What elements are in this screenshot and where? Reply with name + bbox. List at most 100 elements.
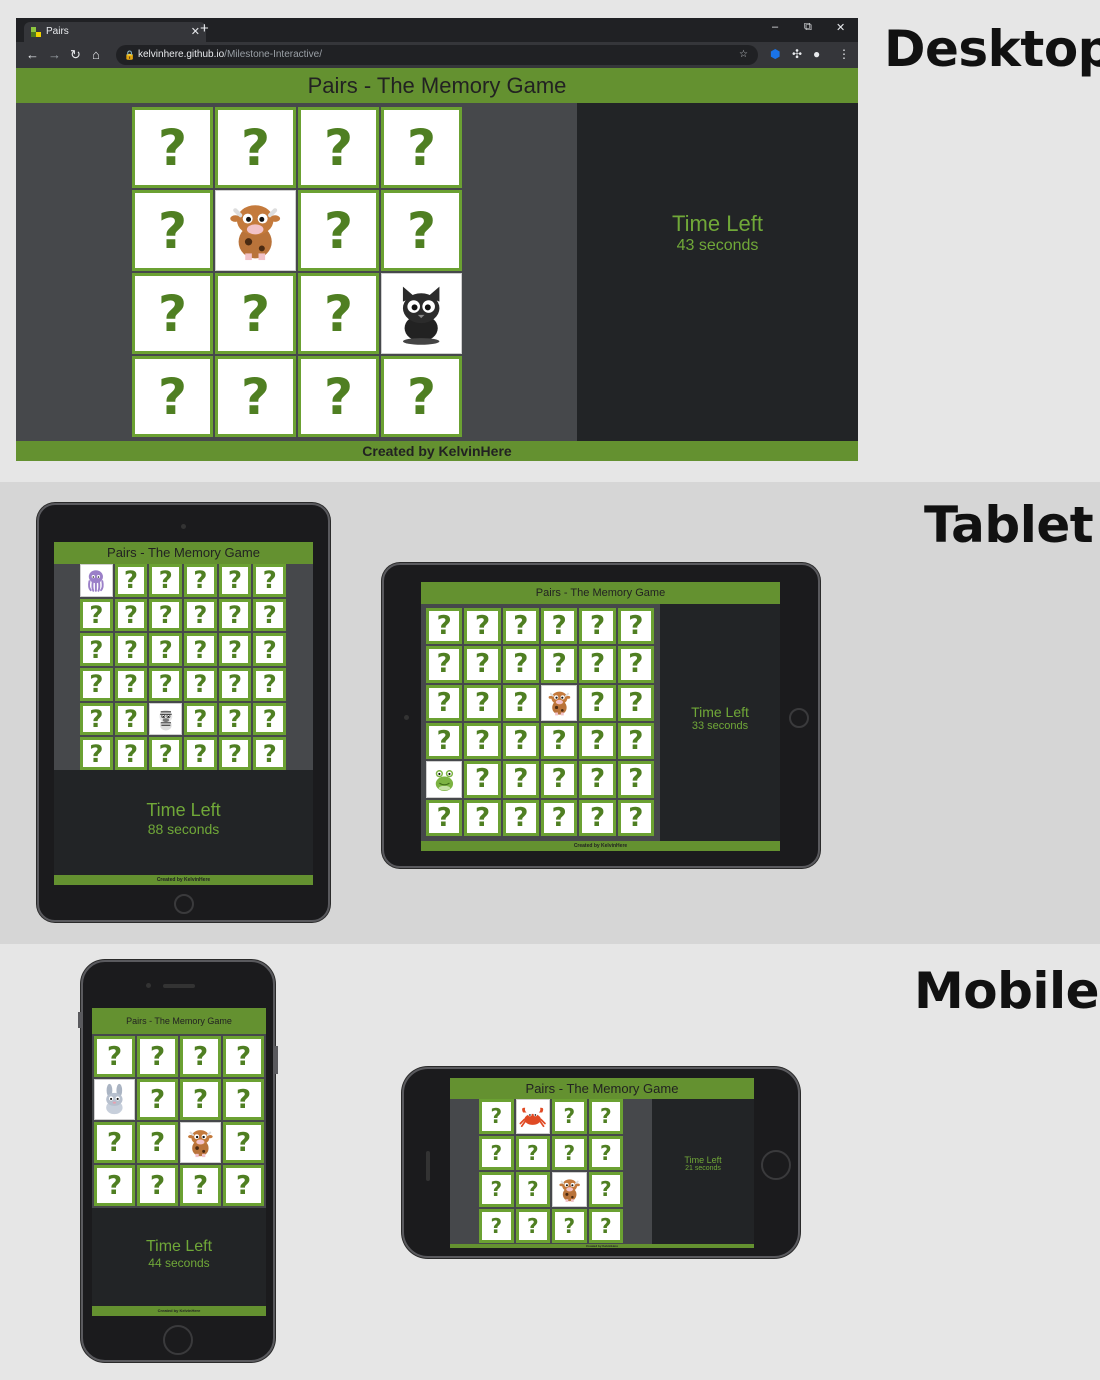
hidden-card[interactable]: ? — [80, 633, 113, 666]
hidden-card[interactable]: ? — [218, 564, 252, 597]
hidden-card[interactable]: ? — [223, 1079, 264, 1120]
browser-tab[interactable]: Pairs ✕ — [24, 22, 206, 42]
hidden-card[interactable]: ? — [137, 1036, 178, 1077]
cat-card[interactable] — [381, 273, 462, 354]
hidden-card[interactable]: ? — [114, 737, 148, 770]
octopus-card[interactable] — [80, 564, 113, 597]
hidden-card[interactable]: ? — [132, 107, 213, 188]
hidden-card[interactable]: ? — [426, 608, 463, 645]
hidden-card[interactable]: ? — [253, 598, 286, 632]
home-button[interactable] — [761, 1150, 791, 1180]
hidden-card[interactable]: ? — [540, 722, 578, 760]
hidden-card[interactable]: ? — [180, 1079, 221, 1120]
hidden-card[interactable]: ? — [80, 668, 113, 701]
hidden-card[interactable]: ? — [502, 608, 539, 645]
hidden-card[interactable]: ? — [218, 633, 252, 666]
hidden-card[interactable]: ? — [588, 1135, 623, 1170]
hidden-card[interactable]: ? — [223, 1165, 264, 1206]
hidden-card[interactable]: ? — [617, 646, 654, 683]
hidden-card[interactable]: ? — [502, 799, 539, 836]
hidden-card[interactable]: ? — [579, 799, 616, 836]
hidden-card[interactable]: ? — [253, 564, 286, 597]
home-button[interactable] — [163, 1325, 193, 1355]
reload-icon[interactable]: ↻ — [70, 47, 81, 63]
hidden-card[interactable]: ? — [540, 799, 578, 836]
extension-shield-icon[interactable]: ⬢ — [770, 47, 780, 61]
hidden-card[interactable]: ? — [149, 564, 182, 597]
hidden-card[interactable]: ? — [464, 799, 501, 836]
menu-kebab-icon[interactable]: ⋮ — [838, 47, 850, 61]
hidden-card[interactable]: ? — [381, 107, 462, 188]
hidden-card[interactable]: ? — [552, 1208, 587, 1243]
hidden-card[interactable]: ? — [253, 737, 286, 770]
hidden-card[interactable]: ? — [94, 1165, 135, 1206]
hidden-card[interactable]: ? — [540, 761, 578, 798]
hidden-card[interactable]: ? — [479, 1099, 514, 1134]
hidden-card[interactable]: ? — [218, 737, 252, 770]
hidden-card[interactable]: ? — [184, 702, 217, 736]
close-window-button[interactable]: ✕ — [836, 21, 845, 34]
hidden-card[interactable]: ? — [149, 633, 182, 666]
hidden-card[interactable]: ? — [464, 761, 501, 798]
hidden-card[interactable]: ? — [617, 722, 654, 760]
hidden-card[interactable]: ? — [298, 107, 379, 188]
cow-card[interactable] — [180, 1122, 221, 1163]
hidden-card[interactable]: ? — [515, 1208, 550, 1243]
hidden-card[interactable]: ? — [579, 722, 616, 760]
home-icon[interactable]: ⌂ — [92, 47, 100, 62]
hidden-card[interactable]: ? — [223, 1122, 264, 1163]
hidden-card[interactable]: ? — [253, 668, 286, 701]
hidden-card[interactable]: ? — [253, 633, 286, 666]
extensions-puzzle-icon[interactable]: ✣ — [792, 47, 802, 61]
hidden-card[interactable]: ? — [502, 684, 539, 721]
hidden-card[interactable]: ? — [184, 668, 217, 701]
hidden-card[interactable]: ? — [579, 646, 616, 683]
hidden-card[interactable]: ? — [588, 1208, 623, 1243]
hidden-card[interactable]: ? — [253, 702, 286, 736]
hidden-card[interactable]: ? — [540, 646, 578, 683]
hidden-card[interactable]: ? — [223, 1036, 264, 1077]
hidden-card[interactable]: ? — [588, 1099, 623, 1134]
hidden-card[interactable]: ? — [502, 722, 539, 760]
hidden-card[interactable]: ? — [80, 598, 113, 632]
home-button[interactable] — [174, 894, 194, 914]
hidden-card[interactable]: ? — [515, 1172, 550, 1207]
hidden-card[interactable]: ? — [579, 608, 616, 645]
hidden-card[interactable]: ? — [552, 1099, 587, 1134]
hidden-card[interactable]: ? — [132, 190, 213, 271]
hidden-card[interactable]: ? — [137, 1122, 178, 1163]
address-bar[interactable]: 🔒 kelvinhere.github.io/Milestone-Interac… — [116, 45, 758, 65]
hidden-card[interactable]: ? — [479, 1135, 514, 1170]
forward-arrow-icon[interactable]: → — [48, 47, 61, 62]
cow-card[interactable] — [540, 684, 578, 721]
zebra-card[interactable] — [149, 702, 182, 736]
hidden-card[interactable]: ? — [298, 273, 379, 354]
hidden-card[interactable]: ? — [617, 799, 654, 836]
hidden-card[interactable]: ? — [132, 273, 213, 354]
hidden-card[interactable]: ? — [94, 1122, 135, 1163]
crab-card[interactable] — [515, 1099, 550, 1134]
hidden-card[interactable]: ? — [184, 598, 217, 632]
hidden-card[interactable]: ? — [180, 1036, 221, 1077]
hidden-card[interactable]: ? — [149, 598, 182, 632]
hidden-card[interactable]: ? — [114, 702, 148, 736]
minimize-button[interactable]: – — [772, 21, 778, 33]
hidden-card[interactable]: ? — [540, 608, 578, 645]
hidden-card[interactable]: ? — [215, 356, 296, 437]
hidden-card[interactable]: ? — [114, 598, 148, 632]
hidden-card[interactable]: ? — [132, 356, 213, 437]
back-arrow-icon[interactable]: ← — [26, 47, 39, 62]
rabbit-card[interactable] — [94, 1079, 135, 1120]
hidden-card[interactable]: ? — [479, 1172, 514, 1207]
hidden-card[interactable]: ? — [184, 737, 217, 770]
home-button[interactable] — [789, 708, 809, 728]
hidden-card[interactable]: ? — [114, 668, 148, 701]
hidden-card[interactable]: ? — [80, 702, 113, 736]
hidden-card[interactable]: ? — [426, 722, 463, 760]
bookmark-star-icon[interactable]: ☆ — [739, 45, 748, 65]
hidden-card[interactable]: ? — [215, 107, 296, 188]
hidden-card[interactable]: ? — [426, 799, 463, 836]
hidden-card[interactable]: ? — [464, 722, 501, 760]
hidden-card[interactable]: ? — [137, 1165, 178, 1206]
hidden-card[interactable]: ? — [617, 684, 654, 721]
